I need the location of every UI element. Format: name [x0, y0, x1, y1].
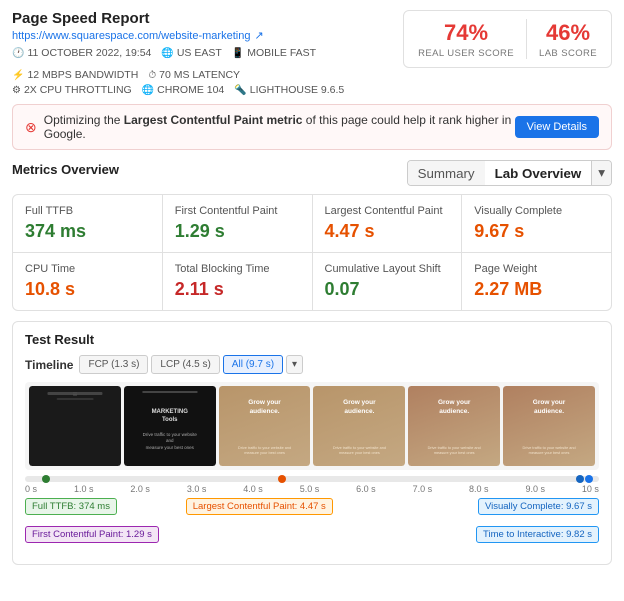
screenshot-3: Grow youraudience. Drive traffic to your…	[219, 386, 311, 466]
metrics-overview: Metrics Overview Summary Lab Overview ▾ …	[12, 160, 612, 311]
annotation-lcp: Largest Contentful Paint: 4.47 s	[186, 498, 333, 515]
meta-row: 🕐 11 OCTOBER 2022, 19:54 🌐 US EAST 📱 MOB…	[12, 47, 403, 81]
external-link-icon: ↗	[254, 29, 263, 42]
score-divider	[526, 19, 527, 59]
metric-page-weight: Page Weight 2.27 MB	[462, 253, 611, 310]
metric-value-full-ttfb: 374 ms	[25, 221, 150, 242]
ruler-track	[25, 476, 599, 482]
metric-full-ttfb: Full TTFB 374 ms	[13, 195, 162, 252]
page-title: Page Speed Report	[12, 10, 403, 27]
metrics-title: Metrics Overview	[12, 162, 119, 177]
clock-icon: 🕐	[12, 48, 24, 59]
metric-visually-complete: Visually Complete 9.67 s	[462, 195, 611, 252]
real-user-score-label: REAL USER SCORE	[418, 48, 514, 59]
meta-bandwidth: ⚡ 12 MBPS BANDWIDTH	[12, 69, 138, 81]
meta-cpu: ⚙ 2X CPU THROTTLING	[12, 84, 132, 96]
metric-label-visually-complete: Visually Complete	[474, 205, 599, 217]
metric-value-cls: 0.07	[325, 279, 450, 300]
metric-label-tbt: Total Blocking Time	[175, 263, 300, 275]
metric-cls: Cumulative Layout Shift 0.07	[313, 253, 462, 310]
page-url-link[interactable]: https://www.squarespace.com/website-mark…	[12, 30, 250, 42]
annotation-fcp: First Contentful Paint: 1.29 s	[25, 526, 159, 543]
lab-score: 46% LAB SCORE	[539, 20, 597, 59]
timeline-ruler-container: 0 s 1.0 s 2.0 s 3.0 s 4.0 s 5.0 s 6.0 s …	[25, 476, 599, 494]
metric-label-page-weight: Page Weight	[474, 263, 599, 275]
metric-label-cpu-time: CPU Time	[25, 263, 150, 275]
ruler-labels: 0 s 1.0 s 2.0 s 3.0 s 4.0 s 5.0 s 6.0 s …	[25, 484, 599, 494]
page-url: https://www.squarespace.com/website-mark…	[12, 29, 403, 42]
filter-all[interactable]: All (9.7 s)	[223, 355, 283, 374]
metric-lcp: Largest Contentful Paint 4.47 s	[313, 195, 462, 252]
filmstrip: MARKETINGTools Drive traffic to your web…	[25, 382, 599, 470]
metric-tbt: Total Blocking Time 2.11 s	[163, 253, 312, 310]
globe-icon: 🌐	[161, 48, 173, 59]
alert-content: ⊗ Optimizing the Largest Contentful Pain…	[25, 113, 515, 141]
alert-banner: ⊗ Optimizing the Largest Contentful Pain…	[12, 104, 612, 150]
metric-value-fcp: 1.29 s	[175, 221, 300, 242]
metric-label-full-ttfb: Full TTFB	[25, 205, 150, 217]
filter-fcp[interactable]: FCP (1.3 s)	[79, 355, 148, 374]
browser-icon: 🌐	[142, 85, 154, 96]
meta-date: 🕐 11 OCTOBER 2022, 19:54	[12, 47, 151, 59]
test-result-title: Test Result	[25, 332, 599, 347]
latency-icon: ⏱	[148, 70, 156, 81]
metric-cpu-time: CPU Time 10.8 s	[13, 253, 162, 310]
screenshot-2: MARKETINGTools Drive traffic to your web…	[124, 386, 216, 466]
tab-lab-overview[interactable]: Lab Overview	[485, 161, 592, 185]
meta-row-2: ⚙ 2X CPU THROTTLING 🌐 CHROME 104 🔦 LIGHT…	[12, 84, 403, 96]
cpu-icon: ⚙	[12, 85, 21, 96]
metric-value-visually-complete: 9.67 s	[474, 221, 599, 242]
lab-score-label: LAB SCORE	[539, 48, 597, 59]
test-result-section: Test Result Timeline FCP (1.3 s) LCP (4.…	[12, 321, 612, 565]
meta-browser: 🌐 CHROME 104	[142, 84, 225, 96]
timeline-filter-group: FCP (1.3 s) LCP (4.5 s) All (9.7 s) ▾	[79, 355, 303, 374]
page-container: Page Speed Report https://www.squarespac…	[0, 0, 624, 575]
metric-value-page-weight: 2.27 MB	[474, 279, 599, 300]
annotation-visually-complete: Visually Complete: 9.67 s	[478, 498, 599, 515]
metric-label-cls: Cumulative Layout Shift	[325, 263, 450, 275]
metric-value-cpu-time: 10.8 s	[25, 279, 150, 300]
timeline-label: Timeline	[25, 358, 73, 372]
lab-score-value: 46%	[539, 20, 597, 46]
real-user-score: 74% REAL USER SCORE	[418, 20, 514, 59]
screenshot-5: Grow youraudience. Drive traffic to your…	[408, 386, 500, 466]
alert-icon: ⊗	[25, 119, 37, 136]
metrics-tab-group: Summary Lab Overview ▾	[407, 160, 612, 186]
annotation-tti: Time to Interactive: 9.82 s	[476, 526, 599, 543]
timeline-annotations: Full TTFB: 374 ms Largest Contentful Pai…	[25, 498, 599, 554]
metric-fcp: First Contentful Paint 1.29 s	[163, 195, 312, 252]
view-details-button[interactable]: View Details	[515, 116, 599, 138]
metric-value-tbt: 2.11 s	[175, 279, 300, 300]
metrics-header: Metrics Overview Summary Lab Overview ▾	[12, 160, 612, 186]
mobile-icon: 📱	[232, 48, 244, 59]
scores-box: 74% REAL USER SCORE 46% LAB SCORE	[403, 10, 612, 68]
meta-latency: ⏱ 70 MS LATENCY	[148, 69, 240, 81]
filter-dropdown[interactable]: ▾	[286, 355, 303, 374]
screenshot-4: Grow youraudience. Drive traffic to your…	[313, 386, 405, 466]
screenshot-6: Grow youraudience. Drive traffic to your…	[503, 386, 595, 466]
timeline-header: Timeline FCP (1.3 s) LCP (4.5 s) All (9.…	[25, 355, 599, 374]
metric-label-fcp: First Contentful Paint	[175, 205, 300, 217]
meta-device: 📱 MOBILE FAST	[232, 47, 316, 59]
metrics-grid: Full TTFB 374 ms First Contentful Paint …	[12, 194, 612, 311]
annotation-ttfb: Full TTFB: 374 ms	[25, 498, 117, 515]
bandwidth-icon: ⚡	[12, 70, 24, 81]
meta-lighthouse: 🔦 LIGHTHOUSE 9.6.5	[234, 84, 344, 96]
filter-lcp[interactable]: LCP (4.5 s)	[151, 355, 219, 374]
real-user-score-value: 74%	[418, 20, 514, 46]
screenshot-1	[29, 386, 121, 466]
meta-region: 🌐 US EAST	[161, 47, 221, 59]
metric-label-lcp: Largest Contentful Paint	[325, 205, 450, 217]
tab-dropdown[interactable]: ▾	[591, 161, 611, 185]
metric-value-lcp: 4.47 s	[325, 221, 450, 242]
alert-text: Optimizing the Largest Contentful Paint …	[44, 113, 515, 141]
header: Page Speed Report https://www.squarespac…	[12, 10, 612, 96]
header-left: Page Speed Report https://www.squarespac…	[12, 10, 403, 96]
tab-summary[interactable]: Summary	[408, 161, 485, 185]
lighthouse-icon: 🔦	[234, 85, 246, 96]
